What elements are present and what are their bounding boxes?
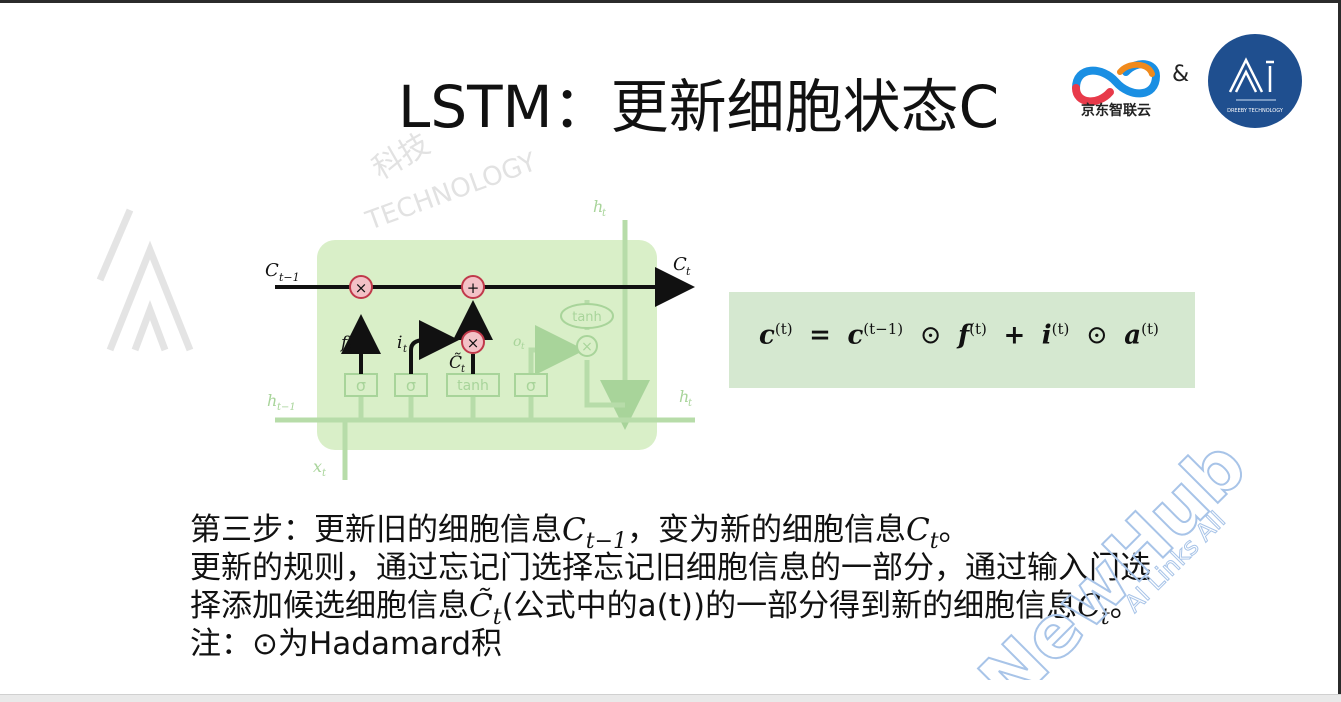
formula-box: c(t) = c(t−1) ⊙ f(t) + i(t) ⊙ a(t) xyxy=(729,292,1195,388)
formula-f-sup: (t) xyxy=(969,320,987,338)
slide-title: LSTM：更新细胞状态C xyxy=(398,73,1000,141)
lstm-cell-diagram: σ σ tanh σ tanh × × + × C t−1 C t f t i … xyxy=(265,197,695,480)
line3-c2-sub: t xyxy=(1100,605,1110,630)
label-x: x xyxy=(313,457,322,476)
output-multiply-label: × xyxy=(581,339,593,355)
top-border xyxy=(0,0,1341,3)
line1-a: 第三步：更新旧的细胞信息 xyxy=(190,512,562,548)
line1-end: 。 xyxy=(938,512,970,548)
input-multiply-label: × xyxy=(467,334,480,352)
label-c-out-sub: t xyxy=(686,265,691,278)
ai-logo-icon: DREEBY TECHNOLOGY xyxy=(1208,34,1302,128)
formula-i: i xyxy=(1041,320,1052,351)
formula-eq: = xyxy=(809,320,831,351)
label-h-out-sub: t xyxy=(688,398,693,409)
tanh-ellipse-label: tanh xyxy=(572,310,602,325)
line1-c: C xyxy=(562,512,586,548)
line3-c: C̃ xyxy=(469,588,493,624)
formula-c-prev: c xyxy=(847,320,864,351)
formula-c-prev-sup: (t−1) xyxy=(863,320,904,338)
add-label: + xyxy=(467,279,480,297)
label-h-prev: h xyxy=(267,391,277,410)
label-i: i xyxy=(397,333,402,353)
gate-tanh-label: tanh xyxy=(457,378,489,394)
ai-logo-subtitle: DREEBY TECHNOLOGY xyxy=(1227,108,1284,114)
label-c-out: C xyxy=(673,254,687,275)
label-c-prev-sub: t−1 xyxy=(279,271,300,284)
formula-f: f xyxy=(957,320,970,351)
line3-b: (公式中的a(t))的一部分得到新的细胞信息 xyxy=(501,588,1078,624)
gate-input-label: σ xyxy=(406,376,416,395)
label-c-prev: C xyxy=(265,260,279,281)
formula-lhs-sup: (t) xyxy=(774,320,793,338)
partner-name: 京东智联云 xyxy=(1081,103,1151,119)
line3-a: 择添加候选细胞信息 xyxy=(190,588,469,624)
line3-end: 。 xyxy=(1109,588,1141,624)
forget-multiply-label: × xyxy=(355,279,368,297)
gate-forget-label: σ xyxy=(356,376,366,395)
text-line-3: 择添加候选细胞信息C̃t(公式中的a(t))的一部分得到新的细胞信息Ct。 xyxy=(190,587,1270,630)
explanation-text: 第三步：更新旧的细胞信息Ct−1，变为新的细胞信息Ct。 更新的规则，通过忘记门… xyxy=(190,511,1270,663)
text-line-1: 第三步：更新旧的细胞信息Ct−1，变为新的细胞信息Ct。 xyxy=(190,511,1270,554)
line1-c2: C xyxy=(906,512,930,548)
formula-odot-2: ⊙ xyxy=(1085,320,1108,351)
label-h-prev-sub: t−1 xyxy=(277,402,296,413)
formula-plus: + xyxy=(1003,320,1026,351)
text-line-2: 更新的规则，通过忘记门选择忘记旧细胞信息的一部分，通过输入门选 xyxy=(190,550,1151,586)
ampersand: & xyxy=(1172,62,1190,87)
cell-update-formula: c(t) = c(t−1) ⊙ f(t) + i(t) ⊙ a(t) xyxy=(759,320,1159,351)
formula-i-sup: (t) xyxy=(1051,320,1070,338)
formula-odot: ⊙ xyxy=(919,320,942,351)
label-o-sub: t xyxy=(521,342,525,352)
gate-output-label: σ xyxy=(526,376,536,395)
label-h-top-sub: t xyxy=(602,208,607,219)
text-line-4: 注：⊙为Hadamard积 xyxy=(190,626,503,662)
line3-c2: C xyxy=(1077,588,1101,624)
formula-lhs: c xyxy=(759,320,775,351)
label-x-sub: t xyxy=(322,468,327,479)
formula-a: a xyxy=(1124,320,1142,351)
line1-b: ，变为新的细胞信息 xyxy=(627,512,907,548)
formula-a-sup: (t) xyxy=(1141,320,1159,338)
